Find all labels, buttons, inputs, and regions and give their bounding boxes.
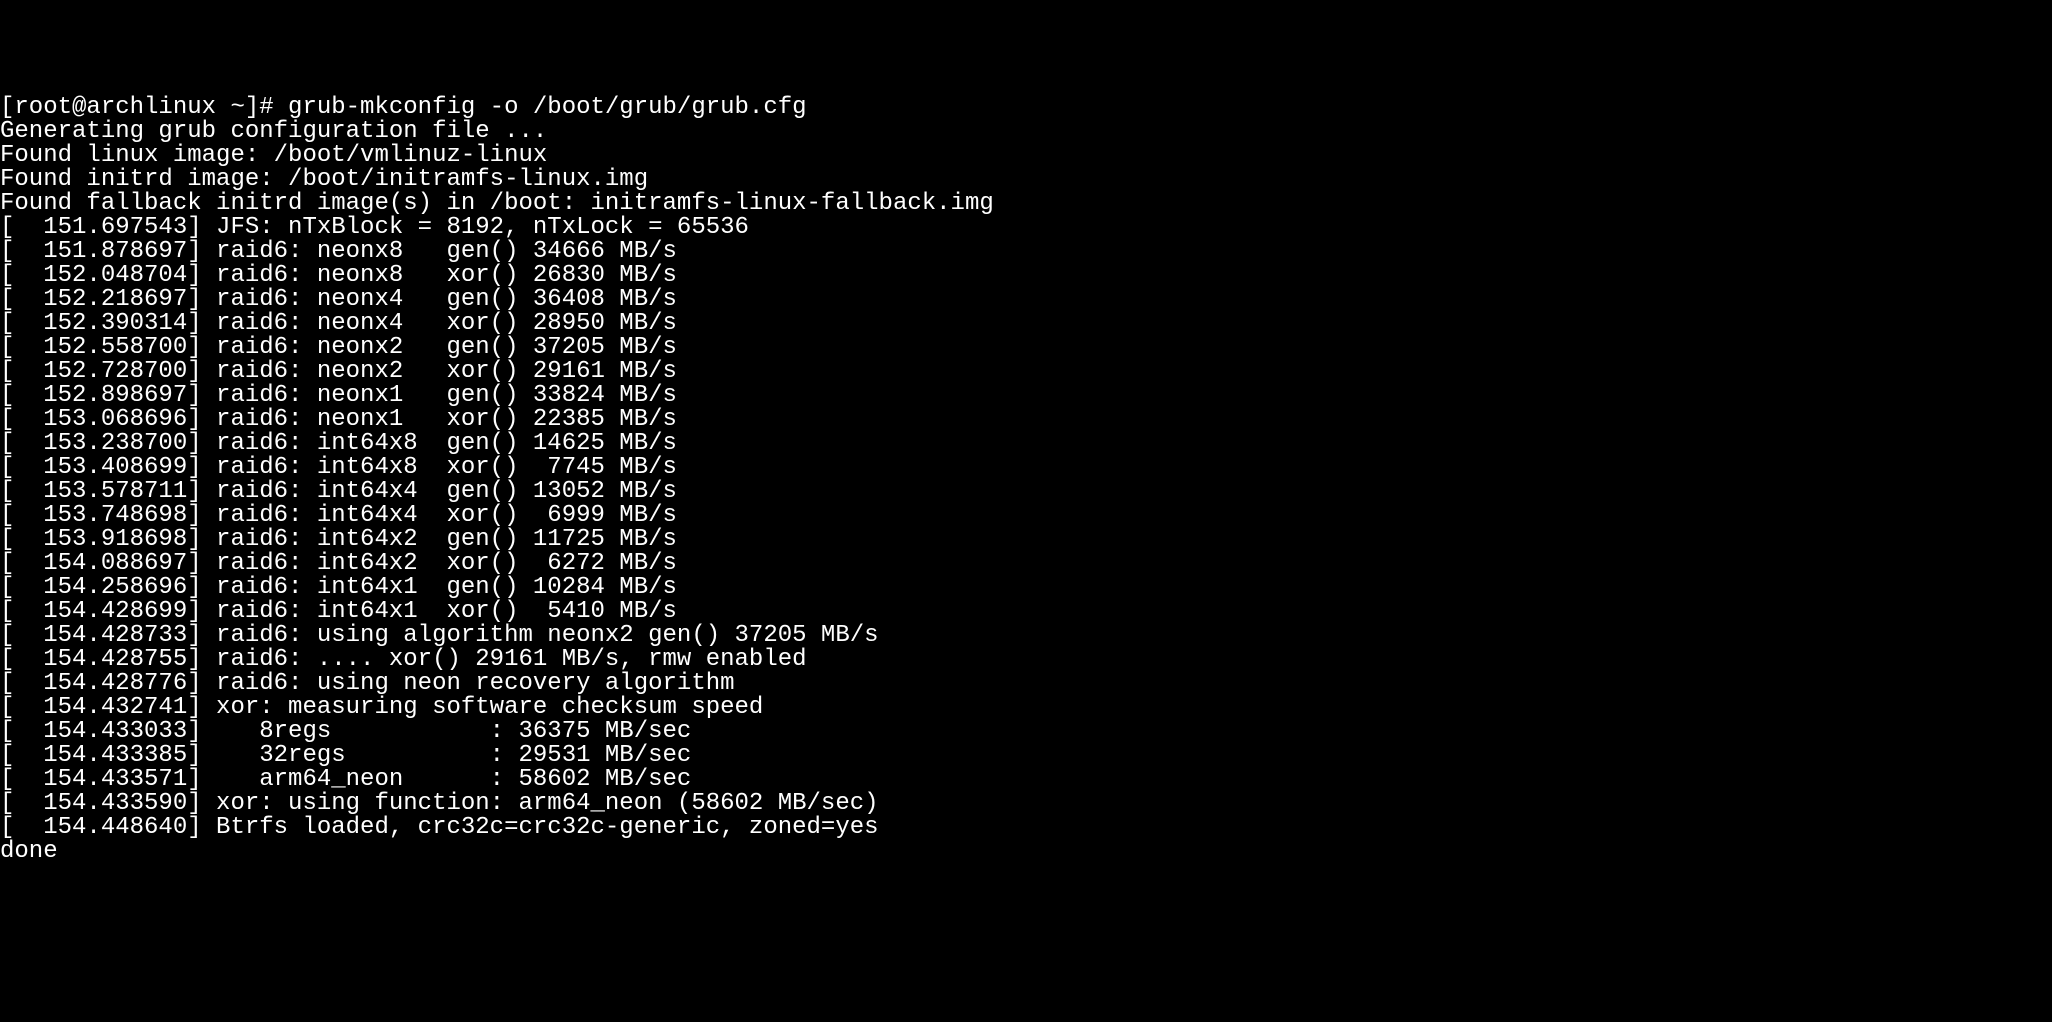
output-line: Found initrd image: /boot/initramfs-linu…	[0, 168, 2052, 192]
output-line: [ 152.390314] raid6: neonx4 xor() 28950 …	[0, 312, 2052, 336]
output-line: [ 151.878697] raid6: neonx8 gen() 34666 …	[0, 240, 2052, 264]
output-line: [ 153.748698] raid6: int64x4 xor() 6999 …	[0, 504, 2052, 528]
output-line: [ 153.578711] raid6: int64x4 gen() 13052…	[0, 480, 2052, 504]
output-line: [ 154.432741] xor: measuring software ch…	[0, 696, 2052, 720]
output-line: [ 154.088697] raid6: int64x2 xor() 6272 …	[0, 552, 2052, 576]
output-line: Found linux image: /boot/vmlinuz-linux	[0, 144, 2052, 168]
output-line: [ 152.218697] raid6: neonx4 gen() 36408 …	[0, 288, 2052, 312]
output-line: [ 154.433033] 8regs : 36375 MB/sec	[0, 720, 2052, 744]
output-line: [ 154.428699] raid6: int64x1 xor() 5410 …	[0, 600, 2052, 624]
output-line: [ 152.558700] raid6: neonx2 gen() 37205 …	[0, 336, 2052, 360]
output-line: [ 154.433590] xor: using function: arm64…	[0, 792, 2052, 816]
output-line: [ 153.408699] raid6: int64x8 xor() 7745 …	[0, 456, 2052, 480]
output-line: [ 154.428733] raid6: using algorithm neo…	[0, 624, 2052, 648]
output-line: [ 152.048704] raid6: neonx8 xor() 26830 …	[0, 264, 2052, 288]
output-line: [ 154.428776] raid6: using neon recovery…	[0, 672, 2052, 696]
output-line: [ 153.068696] raid6: neonx1 xor() 22385 …	[0, 408, 2052, 432]
terminal-output[interactable]: [root@archlinux ~]# grub-mkconfig -o /bo…	[0, 96, 2052, 864]
output-line: [ 153.238700] raid6: int64x8 gen() 14625…	[0, 432, 2052, 456]
output-line: [ 151.697543] JFS: nTxBlock = 8192, nTxL…	[0, 216, 2052, 240]
output-line: [ 154.258696] raid6: int64x1 gen() 10284…	[0, 576, 2052, 600]
output-line: [ 152.728700] raid6: neonx2 xor() 29161 …	[0, 360, 2052, 384]
output-line: [ 154.448640] Btrfs loaded, crc32c=crc32…	[0, 816, 2052, 840]
output-line: done	[0, 840, 2052, 864]
output-line: [ 152.898697] raid6: neonx1 gen() 33824 …	[0, 384, 2052, 408]
output-line: [ 154.428755] raid6: .... xor() 29161 MB…	[0, 648, 2052, 672]
output-line: Generating grub configuration file ...	[0, 120, 2052, 144]
output-line: [ 154.433385] 32regs : 29531 MB/sec	[0, 744, 2052, 768]
output-line: Found fallback initrd image(s) in /boot:…	[0, 192, 2052, 216]
output-line: [ 154.433571] arm64_neon : 58602 MB/sec	[0, 768, 2052, 792]
prompt-line: [root@archlinux ~]# grub-mkconfig -o /bo…	[0, 96, 2052, 120]
shell-command: grub-mkconfig -o /boot/grub/grub.cfg	[288, 94, 806, 121]
output-line: [ 153.918698] raid6: int64x2 gen() 11725…	[0, 528, 2052, 552]
shell-prompt: [root@archlinux ~]#	[0, 94, 288, 121]
